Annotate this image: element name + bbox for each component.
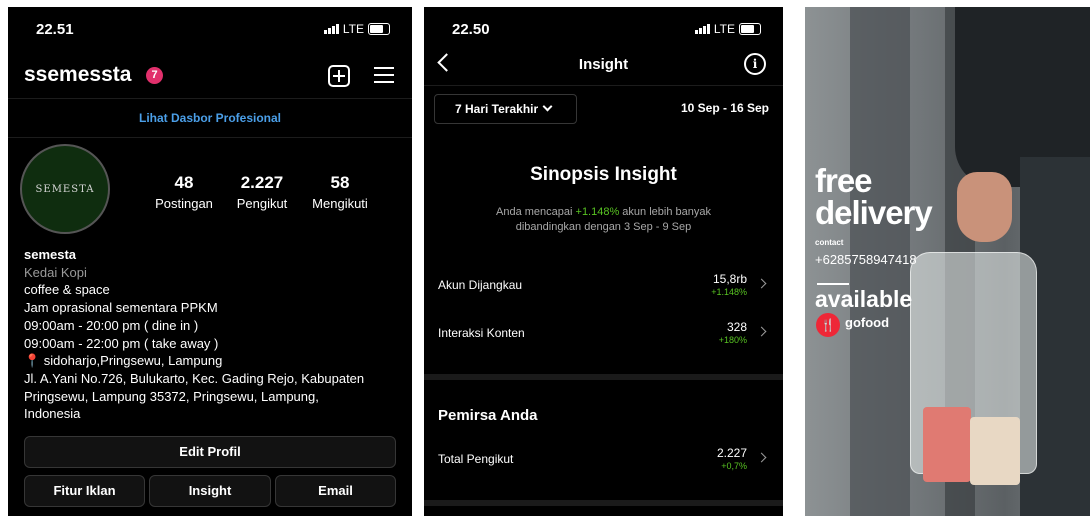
bio-name: semesta [24, 247, 77, 262]
synopsis-text: Anda mencapai [496, 206, 576, 218]
stat-followers-value: 2.227 [240, 173, 284, 192]
metric-label: Total Pengikut [438, 452, 514, 466]
stat-following-label: Mengikuti [312, 196, 368, 211]
contact-label: contact [815, 238, 844, 247]
profile-bio: semesta Kedai Kopi coffee & space Jam op… [24, 246, 404, 423]
signal-icon [694, 24, 710, 34]
section-divider [424, 500, 783, 506]
professional-dashboard-link[interactable]: Lihat Dasbor Profesional [8, 98, 412, 138]
bio-location: 📍 sidoharjo,Pringsewu, Lampung [24, 353, 223, 369]
info-icon[interactable]: i [744, 53, 766, 75]
chevron-down-icon [542, 101, 553, 112]
status-time: 22.50 [452, 21, 490, 38]
signal-icon [323, 24, 339, 34]
date-range: 10 Sep - 16 Sep [680, 101, 769, 115]
stat-posts[interactable]: 48 Postingan [150, 173, 218, 211]
hamburger-menu-icon[interactable] [374, 67, 394, 83]
drink-cup [923, 407, 971, 482]
avatar-logo-text: SEMESTA [35, 184, 95, 195]
headline-free: free [815, 162, 873, 199]
profile-screen: 22.51 LTE ssemessta 7 Lihat Dasbor Profe… [8, 7, 412, 516]
bio-line: Pringsewu, Lampung 35372, Pringsewu, Lam… [24, 388, 319, 404]
metric-value: 15,8rb [712, 272, 747, 286]
synopsis-highlight: +1.148% [575, 206, 620, 218]
header-divider [424, 85, 783, 86]
bio-line: Jam oprasional sementara PPKM [24, 300, 218, 316]
network-label: LTE [342, 22, 364, 36]
available-label: available [815, 286, 913, 312]
metric-row-followers[interactable]: Total Pengikut 2.227 +0,7% [438, 446, 769, 486]
chevron-right-icon [756, 452, 767, 463]
chevron-right-icon [756, 326, 767, 337]
stat-followers-label: Pengikut [236, 196, 288, 211]
metric-label: Interaksi Konten [438, 326, 525, 340]
stat-following-value: 58 [330, 173, 350, 192]
bio-line: coffee & space [24, 282, 110, 298]
synopsis-title: Sinopsis Insight [530, 164, 677, 185]
page-title: Insight [578, 56, 629, 73]
period-dropdown[interactable]: 7 Hari Terakhir [434, 94, 577, 124]
stat-followers[interactable]: 2.227 Pengikut [228, 173, 296, 211]
email-button[interactable]: Email [275, 475, 396, 507]
metric-change: +1.148% [711, 287, 747, 297]
status-bar: 22.51 LTE [8, 21, 412, 41]
audience-title: Pemirsa Anda [438, 407, 538, 424]
gofood-brand: gofood [845, 315, 890, 330]
hand [957, 172, 1012, 242]
stat-posts-label: Postingan [155, 196, 213, 211]
metric-value: 2.227 [716, 446, 747, 460]
metric-label: Akun Dijangkau [438, 278, 523, 292]
status-bar: 22.50 LTE [424, 21, 783, 41]
ads-button[interactable]: Fitur Iklan [24, 475, 145, 507]
network-label: LTE [713, 22, 735, 36]
promo-headline: free delivery [815, 162, 933, 231]
gofood-logo-icon: 🍴 [816, 313, 840, 337]
bio-line: Indonesia [24, 406, 81, 422]
chevron-right-icon [756, 278, 767, 289]
synopsis-comparison: dibandingkan dengan 3 Sep - 9 Sep [515, 221, 692, 233]
contact-phone: +6285758947418 [815, 252, 917, 267]
divider-line [817, 283, 849, 285]
metric-change: +180% [718, 335, 747, 345]
headline-delivery: delivery [815, 194, 933, 231]
battery-icon [739, 23, 761, 35]
metric-row-reach[interactable]: Akun Dijangkau 15,8rb +1.148% [438, 272, 769, 312]
synopsis-description: Anda mencapai +1.148% akun lebih banyak … [464, 205, 743, 235]
bio-line: 09:00am - 20:00 pm ( dine in ) [24, 317, 199, 333]
status-time: 22.51 [36, 21, 74, 38]
period-label: 7 Hari Terakhir [455, 102, 539, 116]
profile-username[interactable]: ssemessta [24, 63, 131, 87]
synopsis-text: akun lebih banyak [619, 206, 711, 218]
bio-category: Kedai Kopi [24, 264, 87, 280]
bio-line: Jl. A.Yani No.726, Bulukarto, Kec. Gadin… [24, 370, 365, 386]
battery-icon [368, 23, 390, 35]
insight-screen: 22.50 LTE Insight i 7 Hari Terakhir 10 S… [424, 7, 783, 516]
stat-following[interactable]: 58 Mengikuti [305, 173, 375, 211]
stat-posts-value: 48 [174, 173, 194, 192]
metric-change: +0,7% [721, 461, 747, 471]
create-post-icon[interactable] [328, 65, 350, 87]
edit-profile-button[interactable]: Edit Profil [24, 436, 396, 468]
notification-badge[interactable]: 7 [146, 67, 163, 84]
avatar[interactable]: SEMESTA [20, 144, 110, 234]
section-divider [424, 374, 783, 380]
bio-line: 09:00am - 22:00 pm ( take away ) [24, 335, 219, 351]
promo-image: free delivery contact +6285758947418 ava… [805, 7, 1090, 516]
metric-row-interactions[interactable]: Interaksi Konten 328 +180% [438, 320, 769, 360]
drink-cup [970, 417, 1020, 485]
insight-button[interactable]: Insight [149, 475, 271, 507]
metric-value: 328 [726, 320, 747, 334]
